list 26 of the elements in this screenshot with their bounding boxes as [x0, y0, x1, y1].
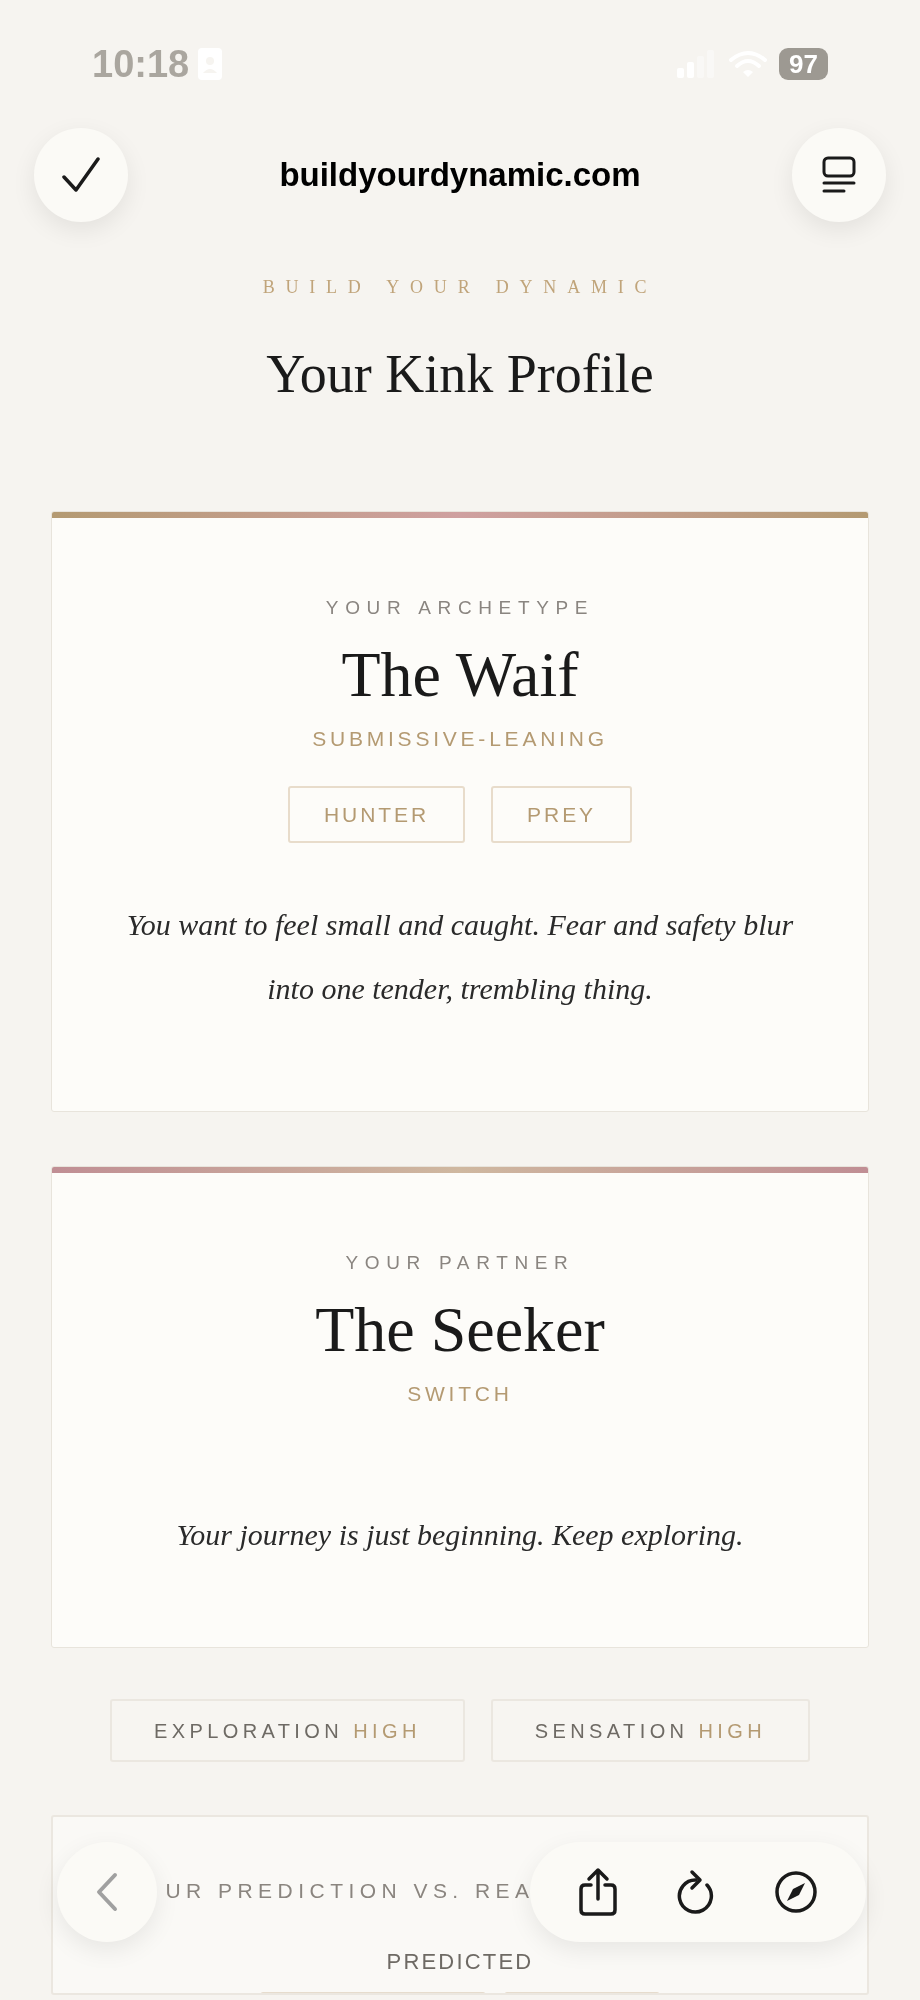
compass-icon — [773, 1870, 818, 1914]
archetype-name: The Waif — [341, 637, 579, 712]
orientation-text: SWITCH — [407, 1380, 513, 1407]
archetype-tag: PREY — [491, 786, 633, 843]
battery-indicator: 97 — [779, 48, 828, 80]
archetype-tag: HUNTER — [287, 786, 466, 843]
trait-name: EXPLORATION — [153, 1718, 344, 1744]
page-title: Your Kink Profile — [266, 343, 654, 406]
orientation-text: SUBMISSIVE-LEANING — [312, 725, 608, 752]
card-description: You want to feel small and caught. Fear and safety blur into one tender, trembling thing. — [125, 907, 795, 1007]
card-label: YOUR ARCHETYPE — [325, 596, 595, 620]
card-description: Your journey is just beginning. Keep exploring. — [175, 1517, 745, 1553]
reader-icon — [822, 156, 856, 194]
back-icon — [95, 1872, 119, 1912]
trait-name: SENSATION — [534, 1718, 689, 1744]
url-text[interactable]: buildyourdynamic.com — [279, 150, 641, 200]
trait-level: HIGH — [698, 1718, 767, 1744]
archetype-name: The Seeker — [315, 1292, 605, 1367]
card-label: UR PREDICTION VS. REA — [165, 1878, 535, 1904]
status-time: 10:18 — [92, 41, 190, 87]
predicted-label: PREDICTED — [386, 1947, 534, 1976]
share-icon — [578, 1867, 619, 1917]
trait-level: HIGH — [353, 1718, 421, 1744]
card-label: YOUR PARTNER — [345, 1251, 575, 1275]
eyebrow-text: BUILD YOUR DYNAMIC — [262, 276, 658, 299]
checkmark-icon — [62, 157, 100, 193]
